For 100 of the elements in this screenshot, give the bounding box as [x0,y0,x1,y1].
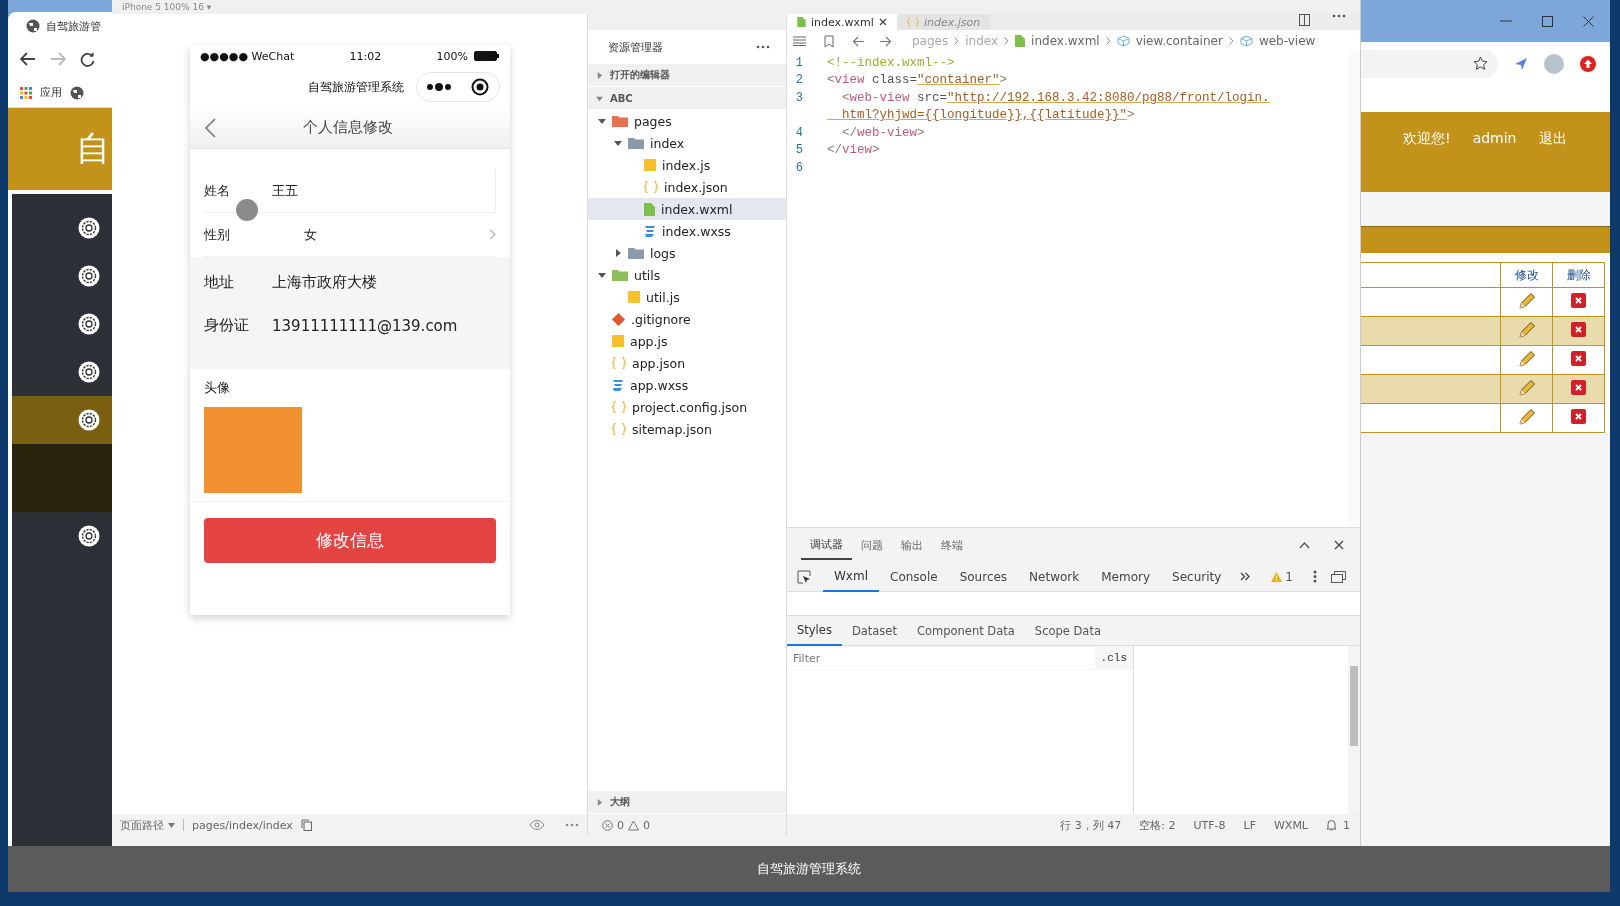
more-icon[interactable] [756,45,770,49]
picker-field[interactable]: 女 [272,213,496,256]
panel-tab[interactable]: Console [879,561,949,592]
apps-icon[interactable] [20,86,32,99]
split-icon[interactable] [1299,14,1310,26]
panel-tab[interactable]: Component Data [906,615,1025,646]
file-tree-item[interactable]: .gitignore [588,308,786,330]
dock-icon[interactable] [1331,570,1346,583]
input-field[interactable]: 13911111111@139.com [272,304,496,347]
gear-icon[interactable] [78,409,100,431]
panel-tab[interactable]: Scope Data [1024,615,1111,646]
gear-icon[interactable] [78,217,100,239]
submit-button[interactable]: 修改信息 [204,518,496,563]
close-icon[interactable] [1583,15,1594,27]
status-item[interactable]: WXML [1273,818,1308,832]
pencil-icon[interactable] [1517,291,1536,310]
breadcrumb-item[interactable]: index.wxml [1031,34,1100,48]
file-tree-item[interactable]: index.wxml [588,198,786,220]
status-item[interactable]: 行 3，列 47 [1060,817,1122,833]
list-icon[interactable] [793,36,806,46]
back-icon[interactable] [204,117,216,138]
back-icon[interactable] [852,35,865,47]
sidebar-item[interactable] [12,396,112,444]
cls-toggle[interactable]: .cls [1094,652,1133,664]
pencil-icon[interactable] [1517,349,1536,368]
more-tabs-icon[interactable] [1240,572,1251,581]
browser-tab[interactable]: 自驾旅游管 [8,12,112,40]
breadcrumb-item[interactable]: web-view [1258,34,1316,48]
more-icon[interactable] [427,83,451,91]
panel-tab[interactable]: 调试器 [801,530,852,560]
explorer-section[interactable]: 打开的编辑器 [588,64,786,86]
maximize-icon[interactable] [1542,15,1553,27]
file-tree-item[interactable]: pages [588,110,786,132]
back-icon[interactable] [20,52,36,66]
gear-icon[interactable] [78,265,100,287]
file-tree-item[interactable]: project.config.json [588,396,786,418]
panel-tab[interactable]: Network [1018,561,1091,592]
panel-tab[interactable]: 输出 [892,531,932,559]
panel-tab[interactable]: Security [1161,561,1233,592]
bell-icon[interactable] [1326,819,1337,831]
status-item[interactable]: LF [1243,818,1256,832]
bookmark-icon[interactable] [824,34,834,48]
gear-icon[interactable] [78,525,100,547]
caret-icon[interactable] [614,249,622,257]
delete-icon[interactable] [1571,351,1586,366]
delete-icon[interactable] [1571,380,1586,395]
caret-icon[interactable] [598,117,606,125]
eye-icon[interactable] [529,820,545,830]
scrollbar[interactable] [1348,646,1360,814]
delete-icon[interactable] [1571,293,1586,308]
file-tree-item[interactable]: index.js [588,154,786,176]
explorer-section[interactable]: 大纲 [588,791,786,813]
input-field[interactable]: 王五 [272,169,496,212]
pencil-icon[interactable] [1517,378,1536,397]
close-icon[interactable] [878,18,887,26]
close-circle-icon[interactable] [471,78,489,96]
bookmark-link[interactable]: 应用 [40,85,62,100]
extension-icon[interactable] [1514,56,1528,71]
pencil-icon[interactable] [1517,407,1536,426]
file-tree-item[interactable]: app.wxss [588,374,786,396]
file-tree-item[interactable]: sitemap.json [588,418,786,440]
filter-field[interactable]: Filter [787,647,1095,669]
panel-tab[interactable]: 问题 [852,531,892,559]
gear-icon[interactable] [78,313,100,335]
file-tree-item[interactable]: index [588,132,786,154]
file-tree-item[interactable]: index.wxss [588,220,786,242]
panel-tab[interactable]: Dataset [841,615,907,646]
pencil-icon[interactable] [1517,320,1536,339]
status-item[interactable]: 空格: 2 [1139,817,1176,833]
status-item[interactable]: UTF-8 [1193,818,1226,832]
file-tree-item[interactable]: util.js [588,286,786,308]
explorer-section[interactable]: ABC [588,87,786,109]
editor-tab[interactable]: index.wxml [787,14,897,30]
forward-icon[interactable] [879,35,892,47]
kebab-icon[interactable] [1313,570,1317,583]
reload-icon[interactable] [80,51,95,67]
caret-icon[interactable] [614,139,622,147]
file-tree-item[interactable]: logs [588,242,786,264]
panel-tab[interactable]: Sources [948,561,1019,592]
gear-icon[interactable] [78,361,100,383]
inspect-icon[interactable] [797,569,811,584]
file-tree-item[interactable]: index.json [588,176,786,198]
globe-icon[interactable] [70,85,84,100]
panel-tab[interactable]: 终端 [932,531,972,559]
upload-icon[interactable] [1580,55,1596,72]
panel-tab[interactable]: Memory [1090,561,1162,592]
delete-icon[interactable] [1571,322,1586,337]
file-tree-item[interactable]: app.json [588,352,786,374]
input-field[interactable]: 上海市政府大楼 [272,261,496,304]
delete-icon[interactable] [1571,409,1586,424]
caret-icon[interactable] [598,271,606,279]
path-dropdown[interactable]: 页面路径 [120,817,175,833]
file-tree-item[interactable]: utils [588,264,786,286]
more-icon[interactable] [1332,14,1346,18]
copy-icon[interactable] [300,819,312,831]
close-icon[interactable] [1334,540,1344,550]
collapse-icon[interactable] [1299,541,1310,549]
file-tree-item[interactable]: app.js [588,330,786,352]
star-icon[interactable] [1473,56,1488,71]
breadcrumb-item[interactable]: view.container [1135,34,1223,48]
